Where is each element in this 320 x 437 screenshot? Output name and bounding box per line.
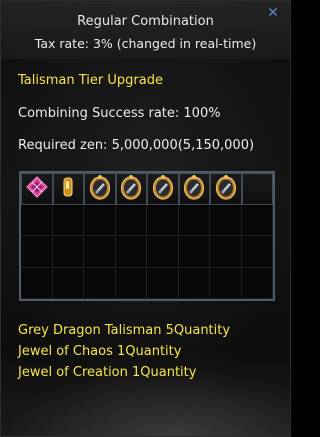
inventory-slot[interactable] [52, 267, 84, 299]
grey-dragon-talisman-icon [152, 174, 174, 204]
grey-dragon-talisman-icon [215, 174, 237, 204]
requirement-item: Grey Dragon Talisman 5Quantity [18, 323, 231, 338]
inventory-slot[interactable] [241, 236, 273, 268]
inventory-slot[interactable] [115, 267, 147, 299]
inventory-slot[interactable] [178, 204, 210, 236]
inventory-slot[interactable] [84, 204, 116, 236]
inventory-slot[interactable] [210, 204, 242, 236]
inventory-slot[interactable] [147, 173, 179, 205]
inventory-slot[interactable] [115, 236, 147, 268]
inventory-slot[interactable] [115, 173, 147, 205]
jewel-of-creation-icon [62, 177, 74, 201]
inventory-slot[interactable] [84, 267, 116, 299]
inventory-slot[interactable] [21, 204, 53, 236]
grey-dragon-talisman-icon [183, 174, 205, 204]
requirement-item: Jewel of Chaos 1Quantity [18, 344, 182, 359]
inventory-slot[interactable] [147, 267, 179, 299]
inventory-slot[interactable] [52, 173, 84, 205]
inventory-slot[interactable] [210, 173, 242, 205]
inventory-slot[interactable] [241, 204, 273, 236]
inventory-slot[interactable] [147, 204, 179, 236]
close-icon[interactable]: ✕ [266, 6, 280, 20]
grey-dragon-talisman-icon [89, 174, 111, 204]
inventory-slot[interactable] [210, 267, 242, 299]
inventory-slot[interactable] [147, 236, 179, 268]
required-zen-text: Required zen: 5,000,000(5,150,000) [18, 138, 255, 153]
jewel-of-chaos-icon [26, 176, 48, 202]
combination-window: Regular Combination Tax rate: 3% (change… [0, 0, 291, 437]
inventory-slot[interactable] [21, 236, 53, 268]
inventory-slot[interactable] [52, 204, 84, 236]
inventory-slot[interactable] [84, 173, 116, 205]
combination-grid [19, 171, 275, 301]
tax-rate-text: Tax rate: 3% (changed in real-time) [34, 36, 257, 51]
inventory-slot[interactable] [84, 236, 116, 268]
success-rate-text: Combining Success rate: 100% [18, 106, 221, 121]
inventory-slot[interactable] [52, 236, 84, 268]
requirement-item: Jewel of Creation 1Quantity [18, 365, 197, 380]
grey-dragon-talisman-icon [120, 174, 142, 204]
inventory-slot[interactable] [241, 173, 273, 205]
inventory-slot[interactable] [21, 173, 53, 205]
inventory-slot[interactable] [21, 267, 53, 299]
combination-name: Talisman Tier Upgrade [18, 73, 163, 88]
inventory-slot[interactable] [178, 173, 210, 205]
inventory-slot[interactable] [178, 236, 210, 268]
inventory-slot[interactable] [115, 204, 147, 236]
inventory-slot[interactable] [178, 267, 210, 299]
inventory-slot[interactable] [241, 267, 273, 299]
window-title: Regular Combination [77, 14, 214, 29]
inventory-slot[interactable] [210, 236, 242, 268]
